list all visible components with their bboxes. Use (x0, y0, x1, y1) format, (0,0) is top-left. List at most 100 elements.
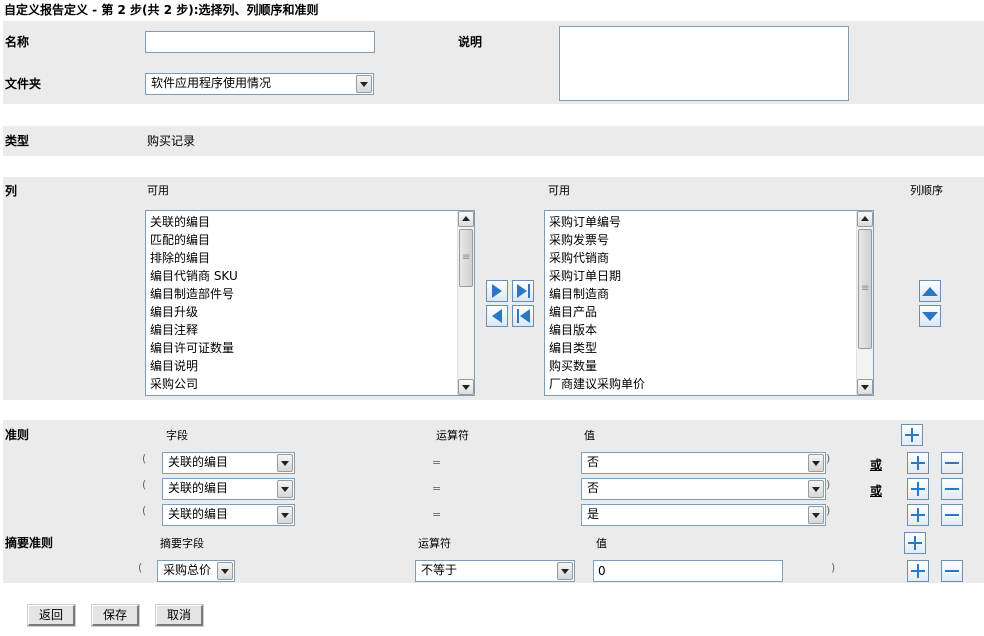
remove-row-button[interactable] (941, 504, 963, 526)
list-item[interactable]: 编目代销商 SKU (150, 267, 474, 285)
summary-value-input[interactable] (593, 560, 783, 582)
plus-icon (914, 536, 916, 550)
selected-columns-list[interactable]: 采购订单编号 采购发票号 采购代销商 采购订单日期 编目制造商 编目产品 编目版本 编目类型购… (544, 210, 874, 396)
open-paren: ( (142, 452, 147, 465)
list-item[interactable]: 采购订单编号 (549, 213, 873, 231)
list-item[interactable]: 编目说明 (150, 357, 474, 375)
or-link[interactable]: 或 (870, 456, 882, 473)
plus-icon (917, 482, 919, 496)
type-label: 类型 (5, 134, 30, 148)
chevron-down-icon[interactable] (808, 454, 824, 472)
chevron-down-icon[interactable] (217, 562, 233, 580)
add-row-button[interactable] (907, 478, 929, 500)
criteria-value-select[interactable]: 是 (581, 504, 826, 526)
criteria-value-select[interactable]: 否 (581, 452, 826, 474)
chevron-down-icon[interactable] (277, 506, 293, 524)
criteria-field-select[interactable]: 关联的编目 (162, 478, 295, 500)
column-order-header: 列顺序 (910, 184, 943, 197)
criteria-field-header: 字段 (166, 429, 188, 442)
criteria-value-select[interactable]: 否 (581, 478, 826, 500)
plus-icon (911, 428, 913, 442)
summary-criteria-label: 摘要准则 (5, 536, 54, 550)
list-item[interactable]: 编目注释 (150, 321, 474, 339)
add-summary-criteria-button[interactable] (904, 532, 926, 554)
add-row-button[interactable] (907, 504, 929, 526)
back-button[interactable]: 返回 (27, 604, 76, 627)
or-link[interactable]: 或 (870, 482, 882, 499)
open-paren: ( (142, 504, 147, 517)
list-item[interactable]: 采购发票号 (549, 231, 873, 249)
selected-header: 可用 (548, 184, 570, 197)
add-row-button[interactable] (907, 560, 929, 582)
add-row-button[interactable] (907, 452, 929, 474)
criteria-label: 准则 (5, 428, 30, 442)
chevron-down-icon[interactable] (356, 75, 372, 93)
list-item[interactable]: 排除的编目 (150, 249, 474, 267)
cancel-button[interactable]: 取消 (155, 604, 204, 627)
list-item[interactable]: 厂商建议采购单价 (549, 375, 873, 393)
chevron-down-icon[interactable] (557, 562, 573, 580)
scroll-down-icon[interactable] (458, 379, 474, 395)
name-input[interactable] (145, 31, 375, 53)
move-up-button[interactable] (919, 280, 941, 302)
available-columns-list[interactable]: 关联的编目 匹配的编目 排除的编目 编目代销商 SKU 编目制造部件号 编目升级 编目注释编… (145, 210, 475, 396)
remove-row-button[interactable] (941, 560, 963, 582)
criteria-section (3, 420, 984, 583)
folder-select[interactable]: 软件应用程序使用情况 (145, 73, 374, 95)
summary-field-header: 摘要字段 (160, 537, 204, 550)
chevron-down-icon[interactable] (808, 480, 824, 498)
list-item[interactable]: 编目许可证数量 (150, 339, 474, 357)
summary-field-select[interactable]: 采购总价 (157, 560, 235, 582)
description-textarea[interactable] (559, 26, 849, 101)
list-item[interactable]: 编目制造商 (549, 285, 873, 303)
add-column-button[interactable] (486, 280, 508, 302)
list-item[interactable]: 采购订单日期 (549, 267, 873, 285)
move-down-button[interactable] (919, 305, 941, 327)
list-item[interactable]: 采购代销商 (549, 249, 873, 267)
criteria-operator: = (432, 482, 442, 495)
list-item[interactable]: 匹配的编目 (150, 231, 474, 249)
list-item[interactable]: 编目产品 (549, 303, 873, 321)
summary-operator-select[interactable]: 不等于 (415, 560, 575, 582)
open-paren: ( (142, 478, 147, 491)
minus-icon (945, 514, 959, 516)
list-item[interactable]: 编目升级 (150, 303, 474, 321)
criteria-field-value: 关联的编目 (168, 507, 229, 521)
list-item[interactable]: 关联的编目 (150, 213, 474, 231)
chevron-down-icon[interactable] (277, 480, 293, 498)
summary-operator-header: 运算符 (418, 537, 451, 550)
remove-column-button[interactable] (486, 305, 508, 327)
close-paren: ) (826, 452, 831, 465)
save-button[interactable]: 保存 (91, 604, 140, 627)
list-item[interactable]: 编目版本 (549, 321, 873, 339)
list-item[interactable]: 编目类型 (549, 339, 873, 357)
remove-row-button[interactable] (941, 452, 963, 474)
available-scrollbar[interactable] (457, 211, 474, 395)
folder-label: 文件夹 (5, 77, 42, 91)
criteria-field-select[interactable]: 关联的编目 (162, 452, 295, 474)
remove-row-button[interactable] (941, 478, 963, 500)
list-item[interactable]: 编目制造部件号 (150, 285, 474, 303)
selected-scrollbar[interactable] (856, 211, 873, 395)
add-all-columns-button[interactable] (512, 280, 534, 302)
list-item[interactable]: 购买数量 (549, 357, 873, 375)
chevron-down-icon[interactable] (277, 454, 293, 472)
scroll-thumb[interactable] (858, 229, 872, 349)
chevron-down-icon[interactable] (808, 506, 824, 524)
close-paren: ) (831, 561, 836, 574)
arrow-right-end-icon (516, 284, 527, 298)
close-paren: ) (826, 504, 831, 517)
criteria-field-select[interactable]: 关联的编目 (162, 504, 295, 526)
remove-all-columns-button[interactable] (512, 305, 534, 327)
add-criteria-button[interactable] (901, 424, 923, 446)
plus-icon (917, 508, 919, 522)
scroll-thumb[interactable] (459, 229, 473, 287)
scroll-up-icon[interactable] (458, 211, 474, 227)
scroll-up-icon[interactable] (857, 211, 873, 227)
criteria-field-value: 关联的编目 (168, 455, 229, 469)
summary-value-header: 值 (596, 537, 607, 550)
description-label: 说明 (458, 35, 483, 49)
open-paren: ( (138, 561, 143, 574)
list-item[interactable]: 采购公司 (150, 375, 474, 393)
scroll-down-icon[interactable] (857, 379, 873, 395)
